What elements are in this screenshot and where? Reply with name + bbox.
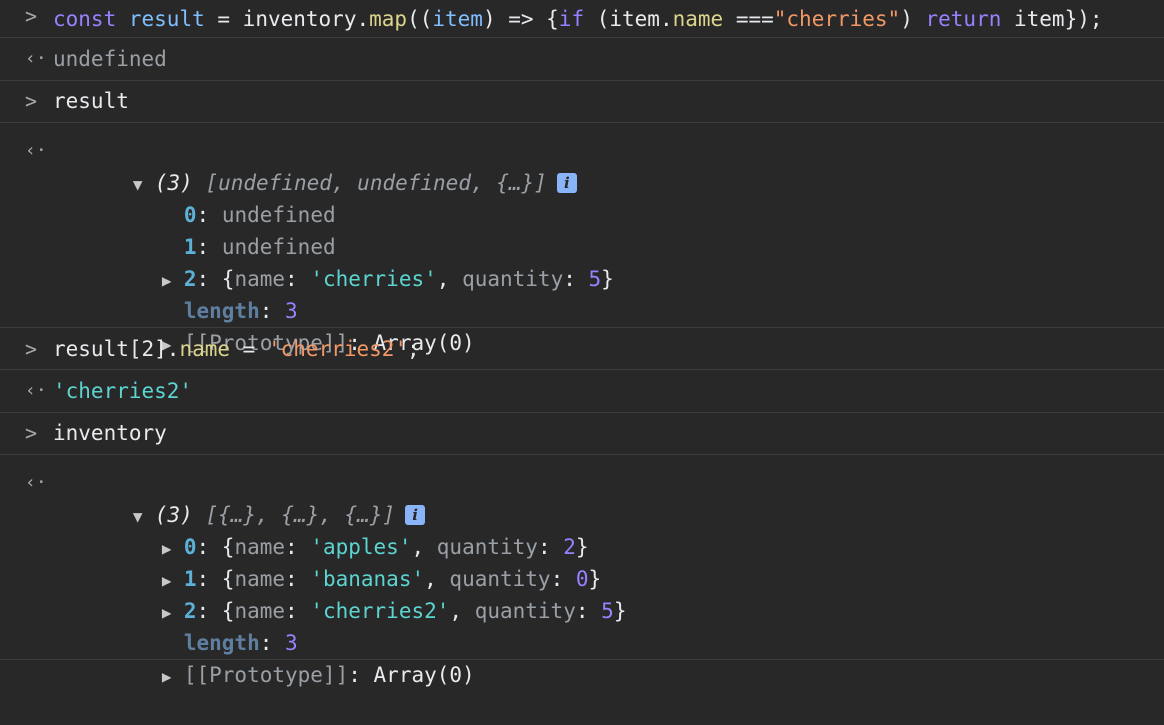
array-summary[interactable]: ▼ (3) [undefined, undefined, {…}] i [57,135,1164,195]
array-row-object[interactable]: ▶ 1: {name: 'bananas', quantity: 0} [53,531,1164,591]
code-line: inventory [53,421,167,445]
devtools-console: > const result = inventory.map((item) =>… [0,0,1164,687]
keyword-if: if [558,7,585,31]
return-arrow-icon: ‹· [25,48,47,69]
string-literal: "cherries" [773,7,901,31]
prototype-row[interactable]: ▶ [[Prototype]]: Array(0) [53,627,1164,687]
console-output-entry: ‹· undefined [0,38,1164,81]
array-row-object[interactable]: ▶ 0: {name: 'apples', quantity: 2} [53,499,1164,559]
console-output-entry: ‹· 'cherries2' [0,370,1164,413]
code-line: result [53,89,129,113]
array-summary[interactable]: ▼ (3) [{…}, {…}, {…}] i [57,467,1164,527]
chevron-right-icon: > [25,337,38,361]
prop-name: name [179,337,231,361]
chevron-right-icon: > [25,4,38,28]
array-row-object[interactable]: ▶ 2: {name: 'cherries', quantity: 5} [53,231,1164,291]
string-literal: 'cherries2' [267,337,408,361]
code-line: const result = inventory.map((item) => {… [53,3,1164,35]
chevron-right-icon: > [25,89,38,113]
keyword-const: const [53,7,117,31]
console-input-entry[interactable]: > const result = inventory.map((item) =>… [0,0,1164,38]
return-arrow-icon: ‹· [25,140,47,161]
token: . [356,7,370,31]
index-token: [2] [128,337,167,361]
array-row-object[interactable]: ▶ 2: {name: 'cherries2', quantity: 5} [53,563,1164,623]
token: ; [407,337,420,361]
console-output-entry: ‹· ▼ (3) [undefined, undefined, {…}] i 0: … [0,123,1164,355]
array-row: 0: undefined [53,167,1164,227]
console-output-entry: ‹· ▼ (3) [{…}, {…}, {…}] i ▶ 0: {name: 'app… [0,455,1164,687]
token: = [204,7,243,31]
token: === [723,7,774,31]
output-value: undefined [53,47,167,71]
console-input-entry[interactable]: > result [0,81,1164,123]
code-line: result[2].name = 'cherries2'; [53,337,420,361]
token: (( [407,7,433,31]
var-result: result [53,337,129,361]
prototype-value: Array(0) [373,663,475,687]
console-input-entry[interactable]: > inventory [0,413,1164,455]
console-input-entry[interactable]: > result[2].name = 'cherries2'; [0,328,1164,370]
token: (item. [584,7,673,31]
triangle-right-icon[interactable]: ▶ [162,661,184,693]
return-arrow-icon: ‹· [25,380,47,401]
var-result: result [128,7,205,31]
chevron-right-icon: > [25,421,38,445]
array-row: 1: undefined [53,199,1164,259]
return-arrow-icon: ‹· [25,472,47,493]
keyword-return: return [925,7,1002,31]
prop-name: name [672,7,724,31]
array-length-row: length: 3 [183,299,298,323]
token: ) [900,7,926,31]
token: ) => { [482,7,559,31]
token: = [230,337,268,361]
array-length-row: length: 3 [183,631,298,655]
prototype-row[interactable]: ▶ [[Prototype]]: Array(0) [53,295,1164,355]
output-value: 'cherries2' [53,379,193,403]
var-inventory: inventory [242,7,357,31]
function-map: map [369,7,408,31]
param-item: item [432,7,483,31]
prototype-key: [[Prototype]] [183,663,349,687]
token: item}); [1001,7,1103,31]
